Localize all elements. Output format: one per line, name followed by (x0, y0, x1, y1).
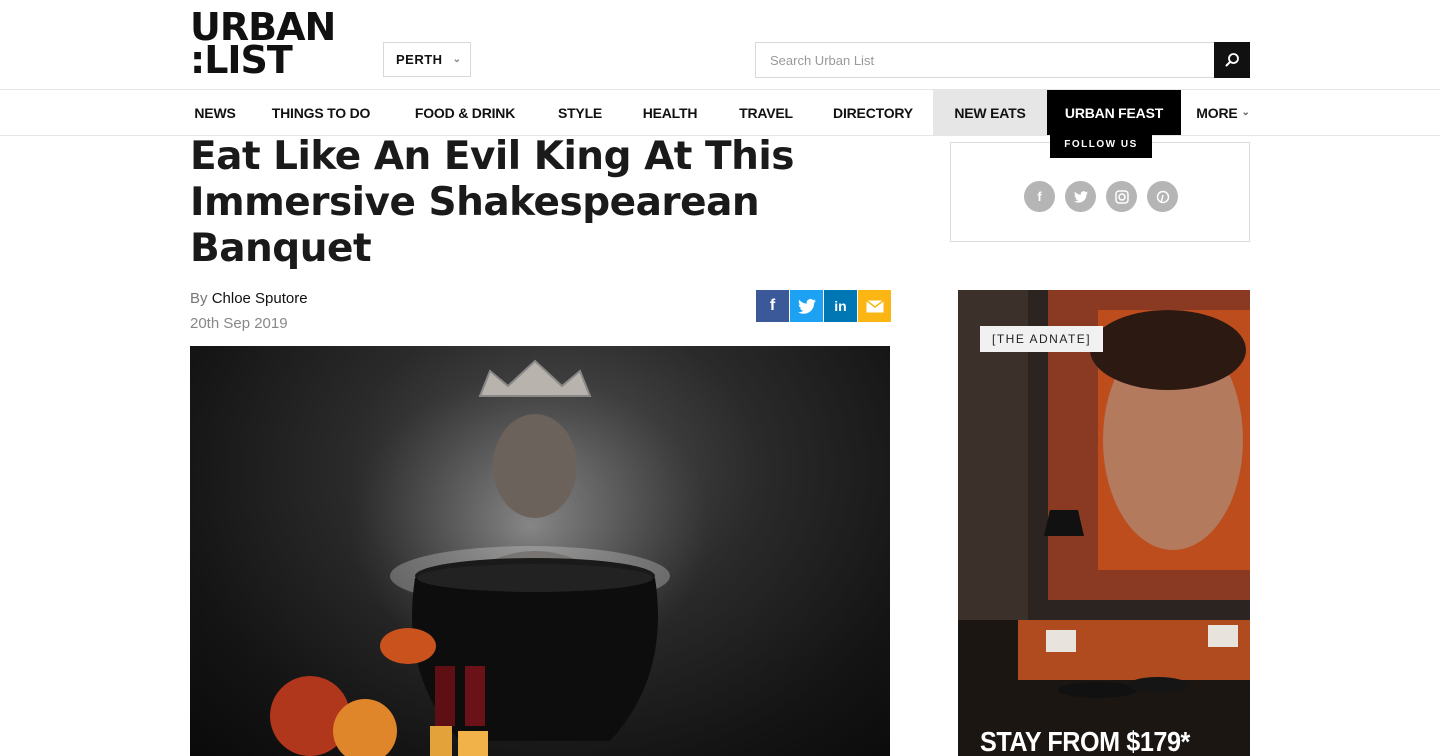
pinterest-icon[interactable] (1147, 181, 1178, 212)
nav-label: FOOD & DRINK (414, 104, 516, 121)
hero-image (190, 346, 890, 756)
nav-item-food-drink[interactable]: FOOD & DRINK (410, 90, 520, 135)
social-links: f (1024, 181, 1178, 212)
nav-label: NEW EATS (954, 104, 1026, 121)
city-selector[interactable]: PERTH ⌄ (383, 42, 471, 77)
nav-label: DIRECTORY (833, 104, 913, 121)
nav-label: URBAN FEAST (1064, 104, 1164, 121)
main-nav: NEWS THINGS TO DO FOOD & DRINK STYLE HEA… (0, 90, 1440, 136)
hero-illustration (270, 359, 710, 756)
advertisement[interactable]: [THE ADNATE] STAY FROM $179* (958, 290, 1250, 756)
follow-us-label: FOLLOW US (1050, 131, 1152, 158)
nav-label: MORE (1196, 104, 1238, 121)
nav-item-things-to-do[interactable]: THINGS TO DO (268, 90, 374, 135)
byline: By Chloe Sputore (190, 290, 308, 307)
publish-date: 20th Sep 2019 (190, 315, 288, 332)
nav-item-health[interactable]: HEALTH (640, 90, 700, 135)
nav-label: TRAVEL (739, 104, 793, 121)
ad-artwork (958, 290, 1250, 756)
nav-label: NEWS (194, 104, 236, 121)
twitter-icon (797, 298, 816, 314)
logo-line-2: :LIST (190, 38, 293, 82)
search-button[interactable] (1214, 42, 1250, 78)
nav-item-travel[interactable]: TRAVEL (736, 90, 796, 135)
nav-label: THINGS TO DO (271, 104, 371, 121)
share-email-button[interactable] (858, 290, 891, 322)
byline-prefix: By (190, 290, 208, 307)
nav-item-urban-feast[interactable]: URBAN FEAST (1047, 90, 1181, 135)
nav-item-more[interactable]: MORE ⌄ (1194, 90, 1252, 135)
nav-item-directory[interactable]: DIRECTORY (832, 90, 914, 135)
nav-label: STYLE (557, 104, 603, 121)
search-input[interactable] (756, 43, 1214, 77)
share-twitter-button[interactable] (790, 290, 823, 322)
instagram-icon[interactable] (1106, 181, 1137, 212)
ad-headline: STAY FROM $179* (980, 726, 1190, 756)
article-title: Eat Like An Evil King At This Immersive … (190, 134, 794, 271)
search-icon (1225, 53, 1239, 67)
city-label: PERTH (396, 52, 443, 67)
share-linkedin-button[interactable]: in (824, 290, 857, 322)
site-header: URBAN :LIST PERTH ⌄ (0, 0, 1440, 90)
share-bar: f in (756, 290, 891, 322)
facebook-icon[interactable]: f (1024, 181, 1055, 212)
urban-list-logo[interactable]: URBAN :LIST (190, 8, 365, 82)
chevron-down-icon: ⌄ (1241, 107, 1250, 118)
nav-item-new-eats[interactable]: NEW EATS (933, 90, 1047, 135)
email-icon (865, 299, 884, 312)
search-box (755, 42, 1215, 78)
share-facebook-button[interactable]: f (756, 290, 789, 322)
ad-brand-tag: [THE ADNATE] (980, 326, 1104, 352)
linkedin-icon: in (834, 298, 847, 314)
facebook-icon: f (769, 297, 776, 314)
nav-label: HEALTH (642, 104, 698, 121)
nav-item-style[interactable]: STYLE (556, 90, 604, 135)
author-link[interactable]: Chloe Sputore (212, 290, 308, 307)
nav-item-news[interactable]: NEWS (190, 90, 240, 135)
twitter-icon[interactable] (1065, 181, 1096, 212)
chevron-down-icon: ⌄ (452, 54, 462, 65)
